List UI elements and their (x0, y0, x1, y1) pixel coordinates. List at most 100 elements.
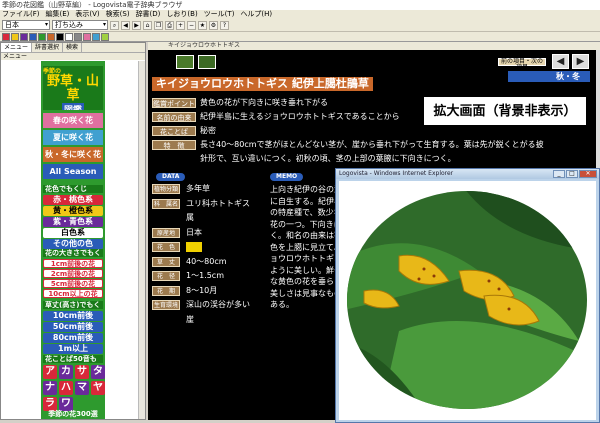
window-title: 季節の花図鑑（山野草編） - Logovista電子辞典ブラウザ (0, 0, 600, 10)
season-link[interactable]: 秋・冬に咲く花 (43, 147, 103, 162)
kana-index-button[interactable]: カ (59, 365, 73, 379)
detail-label: 花ことば (152, 126, 196, 136)
kana-index-button[interactable]: タ (91, 365, 105, 379)
kana-index-button[interactable]: ナ (43, 381, 57, 395)
color-swatch-icon[interactable] (101, 32, 109, 41)
data-value: 崖 (186, 314, 194, 324)
footer-link[interactable]: 季節の花300選 (43, 409, 103, 419)
zoom-out-icon[interactable]: − (187, 20, 196, 30)
data-label: 花 色 (152, 242, 180, 252)
menu-item[interactable]: ファイル(F) (2, 10, 40, 19)
data-label: 草 丈 (152, 256, 180, 267)
plant-height-link[interactable]: 80cm前後 (43, 333, 103, 343)
menu-item[interactable]: 辞書(D) (136, 10, 161, 19)
minimize-icon[interactable]: _ (553, 170, 565, 178)
data-value: 多年草 (186, 184, 210, 193)
color-swatch-icon[interactable] (20, 32, 28, 41)
search-mode-select[interactable]: 打ち込み (52, 20, 108, 30)
data-value: 40〜80cm (186, 256, 227, 266)
data-value: 1〜1.5cm (186, 271, 225, 280)
toolbar: 日本 打ち込み ⌕ ◀ ▶ ⌂ ❐ ⎙ + − ★ ⚙ ? (0, 19, 600, 32)
data-header: DATA (156, 173, 186, 181)
tab-search[interactable]: 検索 (63, 43, 83, 52)
popup-controls: _ □ ✕ (553, 170, 597, 178)
menu-item[interactable]: しおり(B) (166, 10, 197, 19)
detail-text: 黄色の花が下向きに咲き垂れ下がる (200, 98, 328, 107)
color-category-link[interactable]: 赤・桃色系 (43, 195, 103, 205)
help-icon[interactable]: ? (220, 20, 229, 30)
next-arrow-icon[interactable]: ▶ (572, 54, 589, 69)
home-icon[interactable]: ⌂ (143, 20, 152, 30)
color-swatch-icon[interactable] (11, 32, 19, 41)
color-category-link[interactable]: 黄・橙色系 (43, 206, 103, 216)
maximize-icon[interactable]: □ (566, 170, 578, 178)
print-icon[interactable]: ⎙ (165, 20, 174, 30)
detail-label: 鑑賞ポイント (152, 98, 196, 108)
season-link[interactable]: All Season (43, 164, 103, 179)
close-icon[interactable]: ✕ (579, 170, 597, 178)
left-scrollbar[interactable] (138, 61, 145, 419)
season-link[interactable]: 夏に咲く花 (43, 130, 103, 145)
plant-height-link[interactable]: 50cm前後 (43, 322, 103, 332)
flower-size-link[interactable]: 1cm前後の花 (43, 259, 103, 268)
flower-size-link[interactable]: 10cm以上の花 (43, 289, 103, 298)
photo-thumbnail-2[interactable] (198, 55, 216, 69)
color-swatch-icon[interactable] (47, 32, 55, 41)
callout-label: 拡大画面（背景非表示） (423, 96, 587, 126)
color-category-link[interactable]: 紫・青色系 (43, 217, 103, 227)
nav-label: 前の項目・次の項目 (498, 58, 546, 71)
forward-icon[interactable]: ▶ (132, 20, 141, 30)
kana-index-button[interactable]: ヤ (91, 381, 105, 395)
detail-text: 針形で、互い違いにつく。初秋の頃、茎の上部の葉腋に下向きにつく。 (200, 154, 456, 163)
data-label: 花 径 (152, 271, 180, 281)
color-swatch-icon[interactable] (92, 32, 100, 41)
logo-main1: 野草 (46, 74, 73, 89)
kana-index-button[interactable]: ア (43, 365, 57, 379)
tab-menu[interactable]: メニュー (1, 43, 33, 52)
zoom-in-icon[interactable]: + (176, 20, 185, 30)
menu-item[interactable]: 編集(E) (46, 10, 70, 19)
detail-text: 長さ40〜80cmで茎がほとんどない茎が、崖から垂れ下がって生育する。葉は先が鋭… (200, 140, 544, 149)
menu-item[interactable]: 検索(S) (106, 10, 130, 19)
menu-item[interactable]: ヘルプ(H) (240, 10, 272, 19)
dictionary-select[interactable]: 日本 (2, 20, 50, 30)
data-label: 原産地 (152, 227, 180, 238)
season-link[interactable]: 春の咲く花 (43, 113, 103, 128)
plant-height-link[interactable]: 10cm前後 (43, 311, 103, 321)
color-swatch-icon[interactable] (83, 32, 91, 41)
photo-thumbnail-1[interactable] (176, 55, 194, 69)
color-swatch-icon[interactable] (74, 32, 82, 41)
app-logo: 季節の 野草・山草 図鑑 (43, 66, 103, 110)
menu-item[interactable]: 表示(V) (75, 10, 99, 19)
color-swatch-icon[interactable] (38, 32, 46, 41)
color-category-link[interactable]: 白色系 (43, 228, 103, 238)
season-badge: 秋・冬 (508, 71, 590, 82)
content-tab[interactable]: キイジョウロウホトトギス (148, 42, 600, 50)
kana-index-button[interactable]: マ (75, 381, 89, 395)
prev-arrow-icon[interactable]: ◀ (552, 54, 569, 69)
settings-icon[interactable]: ⚙ (209, 20, 218, 30)
color-swatch-icon[interactable] (2, 32, 10, 41)
detail-text: 秘密 (200, 126, 216, 135)
menu-item[interactable]: ツール(T) (204, 10, 235, 19)
menu-column: 季節の 野草・山草 図鑑 春の咲く花夏に咲く花秋・冬に咲く花 All Season… (41, 61, 105, 419)
search-icon[interactable]: ⌕ (110, 20, 119, 30)
plant-height-link[interactable]: 1m以上 (43, 344, 103, 354)
flower-color-swatch (186, 242, 202, 252)
plant-height-header: 草丈(高さ)でもくじ (43, 301, 103, 309)
kana-index-button[interactable]: サ (75, 365, 89, 379)
color-swatch-icon[interactable] (65, 32, 73, 41)
copy-icon[interactable]: ❐ (154, 20, 163, 30)
kana-index-button[interactable]: ハ (59, 381, 73, 395)
tab-dictionary[interactable]: 辞書選択 (32, 43, 64, 52)
color-category-link[interactable]: その他の色 (43, 239, 103, 249)
flower-size-link[interactable]: 5cm前後の花 (43, 279, 103, 288)
flower-size-link[interactable]: 2cm前後の花 (43, 269, 103, 278)
back-icon[interactable]: ◀ (121, 20, 130, 30)
color-swatch-icon[interactable] (29, 32, 37, 41)
data-value: 属 (186, 213, 194, 222)
popup-window: Logovista - Windows Internet Explorer _ … (335, 168, 600, 423)
bookmark-icon[interactable]: ★ (198, 20, 207, 30)
kana-grid: アカサタナハマヤラワ (43, 365, 105, 411)
color-swatch-icon[interactable] (56, 32, 64, 41)
